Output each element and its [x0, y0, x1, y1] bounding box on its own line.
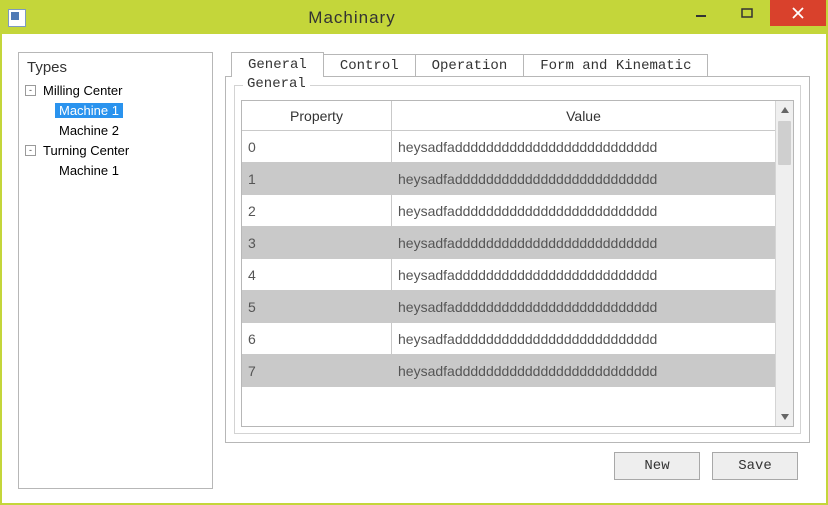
cell-property[interactable]: 1	[242, 163, 392, 194]
cell-property[interactable]: 4	[242, 259, 392, 290]
cell-property[interactable]: 2	[242, 195, 392, 226]
cell-value[interactable]: heysadfadddddddddddddddddddddddddd	[392, 355, 775, 386]
minimize-button[interactable]	[678, 0, 724, 26]
cell-property[interactable]: 3	[242, 227, 392, 258]
table-row[interactable]: 2heysadfadddddddddddddddddddddddddd	[242, 195, 775, 227]
tree-node[interactable]: Machine 2	[19, 120, 212, 140]
cell-value[interactable]: heysadfadddddddddddddddddddddddddd	[392, 227, 775, 258]
table-row[interactable]: 4heysadfadddddddddddddddddddddddddd	[242, 259, 775, 291]
tree-node-label: Turning Center	[39, 143, 133, 158]
tree-title: Types	[19, 53, 212, 78]
cell-value[interactable]: heysadfadddddddddddddddddddddddddd	[392, 291, 775, 322]
property-grid[interactable]: Property Value 0heysadfadddddddddddddddd…	[241, 100, 794, 427]
tree-node-label: Milling Center	[39, 83, 126, 98]
table-row[interactable]: 0heysadfadddddddddddddddddddddddddd	[242, 131, 775, 163]
cell-value[interactable]: heysadfadddddddddddddddddddddddddd	[392, 323, 775, 354]
cell-property[interactable]: 0	[242, 131, 392, 162]
vertical-scrollbar[interactable]	[775, 101, 793, 426]
expander-icon[interactable]: -	[25, 145, 36, 156]
cell-property[interactable]: 7	[242, 355, 392, 386]
cell-property[interactable]: 5	[242, 291, 392, 322]
col-header-property[interactable]: Property	[242, 101, 392, 130]
tab-control[interactable]: Control	[323, 54, 416, 76]
scroll-track[interactable]	[776, 119, 793, 408]
new-button[interactable]: New	[614, 452, 700, 480]
fieldset-legend: General	[243, 76, 310, 92]
close-button[interactable]	[770, 0, 826, 26]
scroll-thumb[interactable]	[778, 121, 791, 165]
scroll-down-icon[interactable]	[776, 408, 793, 426]
expander-icon[interactable]: -	[25, 85, 36, 96]
maximize-button[interactable]	[724, 0, 770, 26]
cell-value[interactable]: heysadfadddddddddddddddddddddddddd	[392, 131, 775, 162]
tree-node[interactable]: Machine 1	[19, 100, 212, 120]
tab-operation[interactable]: Operation	[415, 54, 525, 76]
app-icon	[8, 9, 26, 27]
window-controls	[678, 2, 826, 34]
grid-body: 0heysadfadddddddddddddddddddddddddd1heys…	[242, 131, 775, 426]
table-row[interactable]: 5heysadfadddddddddddddddddddddddddd	[242, 291, 775, 323]
scroll-up-icon[interactable]	[776, 101, 793, 119]
table-row[interactable]: 6heysadfadddddddddddddddddddddddddd	[242, 323, 775, 355]
client-area: Types -Milling CenterMachine 1Machine 2-…	[2, 34, 826, 503]
cell-value[interactable]: heysadfadddddddddddddddddddddddddd	[392, 259, 775, 290]
tree-node-label: Machine 2	[55, 123, 123, 138]
tree-node[interactable]: -Milling Center	[19, 80, 212, 100]
tree[interactable]: -Milling CenterMachine 1Machine 2-Turnin…	[19, 78, 212, 488]
tree-node[interactable]: Machine 1	[19, 160, 212, 180]
tree-node-label: Machine 1	[55, 103, 123, 118]
titlebar[interactable]: Machinary	[2, 2, 826, 34]
general-fieldset: General Property Value 0heysadfadddddddd…	[234, 85, 801, 434]
tab-form-and-kinematic[interactable]: Form and Kinematic	[523, 54, 708, 76]
tree-node-label: Machine 1	[55, 163, 123, 178]
button-bar: New Save	[225, 443, 810, 489]
grid-header: Property Value	[242, 101, 775, 131]
tree-node[interactable]: -Turning Center	[19, 140, 212, 160]
table-row[interactable]: 7heysadfadddddddddddddddddddddddddd	[242, 355, 775, 387]
save-button[interactable]: Save	[712, 452, 798, 480]
cell-value[interactable]: heysadfadddddddddddddddddddddddddd	[392, 195, 775, 226]
cell-value[interactable]: heysadfadddddddddddddddddddddddddd	[392, 163, 775, 194]
tab-body: General Property Value 0heysadfadddddddd…	[225, 76, 810, 443]
window-title: Machinary	[26, 8, 678, 28]
tab-strip: GeneralControlOperationForm and Kinemati…	[231, 52, 810, 76]
table-row[interactable]: 1heysadfadddddddddddddddddddddddddd	[242, 163, 775, 195]
cell-property[interactable]: 6	[242, 323, 392, 354]
right-panel: GeneralControlOperationForm and Kinemati…	[225, 52, 810, 489]
table-row[interactable]: 3heysadfadddddddddddddddddddddddddd	[242, 227, 775, 259]
tree-panel: Types -Milling CenterMachine 1Machine 2-…	[18, 52, 213, 489]
col-header-value[interactable]: Value	[392, 101, 775, 130]
app-window: Machinary Types -Milling CenterMachine 1…	[0, 0, 828, 505]
tab-general[interactable]: General	[231, 52, 324, 77]
